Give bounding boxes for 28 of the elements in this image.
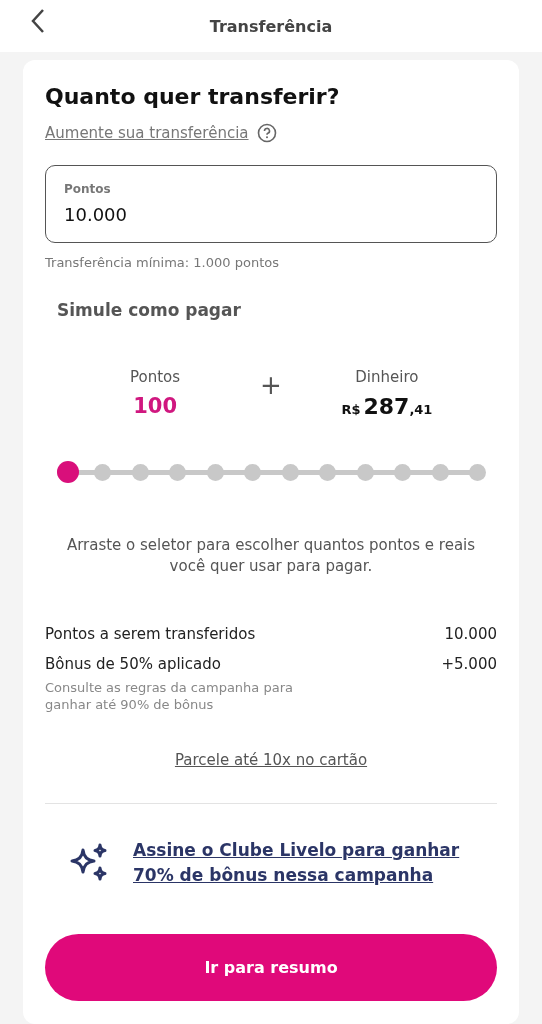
field-value: 10.000: [64, 204, 128, 225]
plus-sign: +: [260, 370, 282, 400]
money-cents: ,41: [409, 402, 433, 417]
minimum-hint: Transferência mínima: 1.000 pontos: [45, 255, 280, 270]
slider-instruction: Arraste o seletor para escolher quantos pontos e reais você quer usar para pagar.: [65, 535, 477, 577]
slider-thumb[interactable]: [57, 461, 79, 483]
currency-symbol: R$: [341, 402, 361, 417]
card-title: Quanto quer transferir?: [45, 84, 341, 109]
club-promo-link[interactable]: Assine o Clube Livelo para ganhar 70% de bônus nessa campanha: [133, 838, 473, 888]
payment-slider[interactable]: [57, 461, 486, 483]
increase-link[interactable]: Aumente sua transferência: [45, 124, 249, 142]
bonus-note: Consulte as regras da campanha para ganhar até 90% de bônus: [45, 679, 294, 713]
installments-link[interactable]: Parcele até 10x no cartão: [174, 751, 368, 769]
points-label: Pontos: [130, 368, 181, 386]
money-whole: 287: [363, 394, 410, 419]
summary-label: Pontos a serem transferidos: [45, 625, 256, 643]
points-value: 100: [133, 394, 177, 418]
money-label: Dinheiro: [355, 368, 419, 386]
field-label: Pontos: [64, 182, 112, 196]
summary-button[interactable]: Ir para resumo: [45, 934, 497, 1001]
points-field[interactable]: Pontos 10.000: [45, 165, 497, 243]
summary-value: +5.000: [441, 655, 497, 673]
summary-label: Bônus de 50% aplicado: [45, 655, 221, 673]
back-icon: [30, 8, 46, 34]
summary-value: 10.000: [444, 625, 497, 643]
section-title: Simule como pagar: [57, 300, 242, 320]
screen-title: Transferência: [209, 16, 333, 36]
help-icon[interactable]: [256, 123, 277, 143]
